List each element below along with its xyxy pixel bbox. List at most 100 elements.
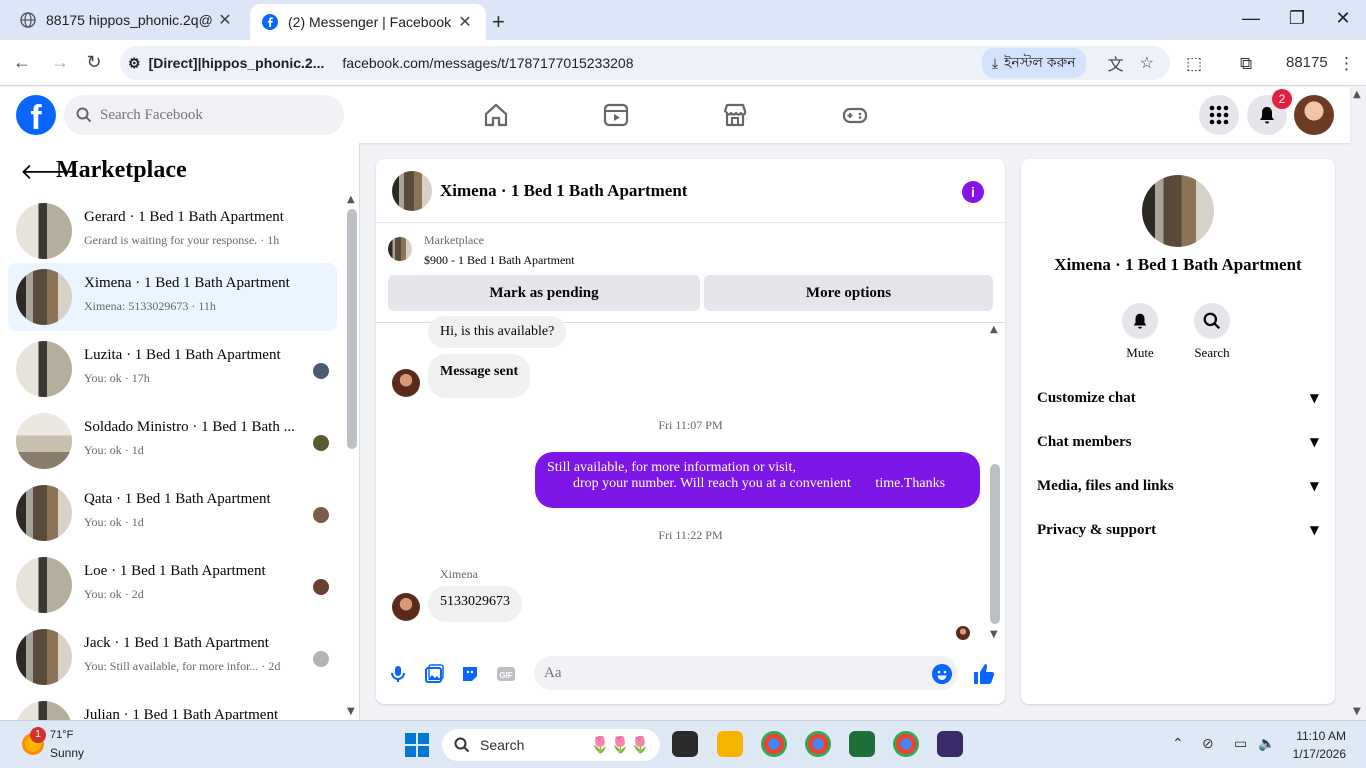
incoming-message[interactable]: Hi, is this available? <box>428 316 567 348</box>
conversation-name: Ximena · 1 Bed 1 Bath Apartment <box>84 275 290 291</box>
cast-icon[interactable]: ⧉ <box>1240 54 1252 74</box>
conversation-item[interactable]: Soldado Ministro · 1 Bed 1 Bath ... You:… <box>8 407 337 475</box>
media-files-section[interactable]: Media, files and links ▼ <box>1037 468 1319 504</box>
conversation-item-active[interactable]: Ximena · 1 Bed 1 Bath Apartment Ximena: … <box>8 263 337 331</box>
menu-grid-button[interactable] <box>1199 95 1239 135</box>
scroll-down-arrow-icon[interactable]: ▼ <box>990 629 998 640</box>
search-action[interactable]: Search <box>1182 303 1242 361</box>
page-scroll-up-icon[interactable]: ▲ <box>1353 89 1361 100</box>
address-bar[interactable]: ⚙ [Direct]|hippos_phonic.2... facebook.c… <box>120 46 1170 80</box>
scroll-down-arrow-icon[interactable]: ▼ <box>347 706 355 717</box>
browser-menu-icon[interactable]: ⋮ <box>1338 54 1355 74</box>
clock-time[interactable]: 11:10 AM <box>1296 729 1346 743</box>
network-off-icon[interactable]: ⊘ <box>1202 735 1214 752</box>
tray-chevron-up-icon[interactable]: ⌃ <box>1172 735 1184 752</box>
app-icon[interactable] <box>849 731 875 757</box>
weather-badge: 1 <box>30 727 46 743</box>
weather-condition[interactable]: Sunny <box>50 746 84 760</box>
close-window-icon[interactable]: ✕ <box>1328 8 1358 29</box>
tab-messenger[interactable]: (2) Messenger | Facebook ✕ <box>250 4 486 40</box>
display-icon[interactable]: ▭ <box>1234 735 1247 752</box>
scroll-up-arrow-icon[interactable]: ▲ <box>990 324 998 335</box>
chat-avatar[interactable] <box>392 171 432 211</box>
sender-avatar[interactable] <box>392 593 420 621</box>
conversation-avatar[interactable] <box>1142 175 1214 247</box>
chat-members-section[interactable]: Chat members ▼ <box>1037 424 1319 460</box>
conversation-item[interactable]: Loe · 1 Bed 1 Bath Apartment You: ok · 2… <box>8 551 337 619</box>
scroll-up-arrow-icon[interactable]: ▲ <box>347 194 355 205</box>
close-tab-icon[interactable]: ✕ <box>456 12 474 32</box>
profile-avatar[interactable] <box>1294 95 1334 135</box>
listing-thumbnail <box>16 485 72 541</box>
windows-start-icon[interactable] <box>405 733 429 757</box>
close-tab-icon[interactable]: ✕ <box>216 10 234 30</box>
install-icon: ⤓ <box>991 54 999 71</box>
photo-icon[interactable] <box>424 664 444 684</box>
translate-icon[interactable]: 文 <box>1108 51 1124 75</box>
conversation-item[interactable]: Jack · 1 Bed 1 Bath Apartment You: Still… <box>8 623 337 691</box>
back-icon[interactable]: ← <box>10 52 34 73</box>
message-input[interactable] <box>534 656 958 690</box>
sidebar-scrollbar[interactable] <box>347 209 357 449</box>
maximize-icon[interactable]: ❐ <box>1282 8 1312 29</box>
listing-thumbnail <box>388 237 412 261</box>
conversation-item[interactable]: Gerard · 1 Bed 1 Bath Apartment Gerard i… <box>8 197 337 265</box>
search-input[interactable] <box>100 106 330 124</box>
taskbar-search[interactable]: Search 🌷🌷🌷 <box>442 729 660 761</box>
reload-icon[interactable]: ↻ <box>82 52 106 73</box>
chat-title[interactable]: Ximena · 1 Bed 1 Bath Apartment <box>440 181 687 201</box>
video-icon[interactable] <box>602 101 630 129</box>
tune-icon: ⚙ <box>128 54 141 71</box>
incoming-message[interactable]: 5133029673 <box>428 586 522 622</box>
conversation-item[interactable]: Luzita · 1 Bed 1 Bath Apartment You: ok … <box>8 335 337 403</box>
outgoing-message[interactable]: Still available, for more information or… <box>535 452 980 508</box>
chrome-icon[interactable] <box>893 731 919 757</box>
page-scroll-down-icon[interactable]: ▼ <box>1353 706 1361 717</box>
privacy-support-section[interactable]: Privacy & support ▼ <box>1037 512 1319 548</box>
url-text[interactable]: facebook.com/messages/t/1787177015233208 <box>342 55 981 71</box>
chat-scrollbar[interactable] <box>990 464 1000 624</box>
task-view-icon[interactable] <box>672 731 698 757</box>
microphone-icon[interactable] <box>388 664 408 684</box>
home-icon[interactable] <box>482 101 510 129</box>
conversation-info-panel: Ximena · 1 Bed 1 Bath Apartment Mute Sea… <box>1021 159 1335 704</box>
forward-icon[interactable]: → <box>48 52 72 73</box>
bookmark-star-icon[interactable]: ☆ <box>1140 53 1154 73</box>
marketplace-icon[interactable] <box>721 101 749 129</box>
conversation-item[interactable]: Julian · 1 Bed 1 Bath Apartment <box>8 695 337 720</box>
thumbs-up-icon[interactable] <box>972 662 996 686</box>
file-explorer-icon[interactable] <box>717 731 743 757</box>
install-app-button[interactable]: ⤓ ইনস্টল করুন <box>981 48 1086 78</box>
minimize-icon[interactable]: — <box>1236 8 1266 29</box>
more-options-button[interactable]: More options <box>704 275 993 311</box>
gaming-icon[interactable] <box>841 101 869 129</box>
incoming-message[interactable]: Message sent <box>428 354 531 398</box>
volume-icon[interactable]: 🔈 <box>1258 735 1275 752</box>
customize-chat-section[interactable]: Customize chat ▼ <box>1037 380 1319 416</box>
tab-hippos[interactable]: 88175 hippos_phonic.2q@ ✕ <box>8 0 246 40</box>
extensions-icon[interactable]: ⬚ <box>1186 54 1202 74</box>
mark-pending-button[interactable]: Mark as pending <box>388 275 700 311</box>
listing-thumbnail <box>16 203 72 259</box>
emoji-icon[interactable] <box>932 664 952 684</box>
facebook-logo-icon[interactable]: f <box>16 95 56 137</box>
gif-icon[interactable]: GIF <box>496 664 516 684</box>
facebook-search[interactable] <box>64 95 344 135</box>
conversation-name: Luzita · 1 Bed 1 Bath Apartment <box>84 347 281 363</box>
profile-label[interactable]: 88175 <box>1286 54 1328 71</box>
listing-description[interactable]: $900 - 1 Bed 1 Bath Apartment <box>424 253 575 268</box>
clock-date[interactable]: 1/17/2026 <box>1280 747 1346 761</box>
sender-avatar[interactable] <box>392 369 420 397</box>
new-tab-icon[interactable]: + <box>492 9 505 35</box>
active-browser-icon[interactable] <box>937 731 963 757</box>
sticker-icon[interactable] <box>460 664 480 684</box>
site-info-chip[interactable]: ⚙ [Direct]|hippos_phonic.2... <box>128 55 324 72</box>
info-icon[interactable]: i <box>962 181 984 203</box>
weather-temperature[interactable]: 71°F <box>50 729 73 741</box>
tulips-icon: 🌷🌷🌷 <box>590 737 650 754</box>
mute-action[interactable]: Mute <box>1110 303 1170 361</box>
chrome-profile-icon[interactable] <box>805 731 831 757</box>
conversation-item[interactable]: Qata · 1 Bed 1 Bath Apartment You: ok · … <box>8 479 337 547</box>
chrome-icon[interactable] <box>761 731 787 757</box>
message-timestamp: Fri 11:07 PM <box>658 418 723 432</box>
